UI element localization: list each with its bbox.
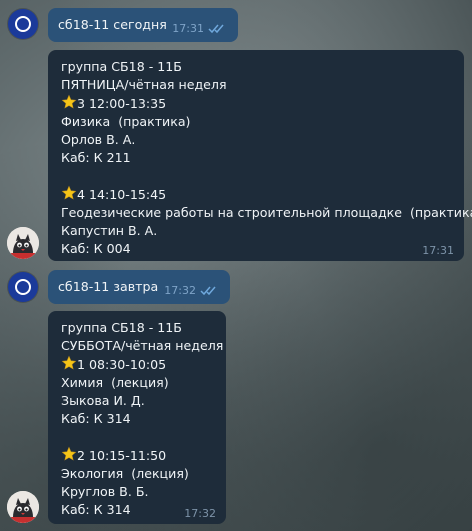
lesson-room: Каб: К 004 bbox=[61, 241, 131, 256]
lesson-subject: Химия (лекция) bbox=[61, 375, 169, 390]
lesson-slot: 1 08:30-10:05 bbox=[61, 355, 213, 374]
outgoing-message[interactable]: сб18-11 сегодня 17:31 bbox=[48, 8, 238, 42]
lesson-slot: 3 12:00-13:35 bbox=[61, 94, 451, 113]
schedule-day: СУББОТА/чётная неделя bbox=[61, 338, 224, 353]
lesson-teacher: Зыкова И. Д. bbox=[61, 393, 145, 408]
incoming-message[interactable]: группа СБ18 - 11Б СУББОТА/чётная неделя … bbox=[48, 311, 226, 524]
user-avatar[interactable] bbox=[8, 9, 38, 39]
message-time: 17:32 bbox=[164, 284, 196, 297]
schedule-group: группа СБ18 - 11Б bbox=[61, 320, 182, 335]
lesson-teacher: Орлов В. А. bbox=[61, 132, 136, 147]
star-icon bbox=[61, 355, 77, 370]
lesson-subject: Геодезические работы на строительной пло… bbox=[61, 205, 472, 220]
outgoing-message[interactable]: сб18-11 завтра 17:32 bbox=[48, 270, 230, 304]
message-meta: 17:32 bbox=[184, 507, 216, 520]
bot-avatar-image bbox=[7, 227, 39, 259]
lesson-teacher: Капустин В. А. bbox=[61, 223, 158, 238]
star-icon bbox=[61, 94, 77, 109]
double-check-icon bbox=[200, 286, 216, 295]
message-meta: 17:31 bbox=[172, 22, 228, 35]
user-avatar[interactable] bbox=[8, 272, 38, 302]
lesson-teacher: Круглов В. Б. bbox=[61, 484, 149, 499]
bot-avatar[interactable] bbox=[7, 491, 39, 523]
lesson-room: Каб: К 314 bbox=[61, 411, 131, 426]
lesson-subject: Физика (практика) bbox=[61, 114, 191, 129]
bot-avatar-image bbox=[7, 491, 39, 523]
message-time: 17:31 bbox=[422, 244, 454, 257]
lesson-room: Каб: К 211 bbox=[61, 150, 131, 165]
bot-avatar[interactable] bbox=[7, 227, 39, 259]
star-icon bbox=[61, 446, 77, 461]
lesson-slot: 4 14:10-15:45 bbox=[61, 185, 451, 204]
schedule-day: ПЯТНИЦА/чётная неделя bbox=[61, 77, 227, 92]
message-meta: 17:31 bbox=[422, 244, 454, 257]
lesson-subject: Экология (лекция) bbox=[61, 466, 189, 481]
incoming-message[interactable]: группа СБ18 - 11Б ПЯТНИЦА/чётная неделя … bbox=[48, 50, 472, 261]
message-time: 17:32 bbox=[184, 507, 216, 520]
double-check-icon bbox=[208, 24, 224, 33]
message-time: 17:31 bbox=[172, 22, 204, 35]
lesson-slot: 2 10:15-11:50 bbox=[61, 446, 213, 465]
message-meta: 17:32 bbox=[164, 284, 220, 297]
star-icon bbox=[61, 185, 77, 200]
schedule-group: группа СБ18 - 11Б bbox=[61, 59, 182, 74]
